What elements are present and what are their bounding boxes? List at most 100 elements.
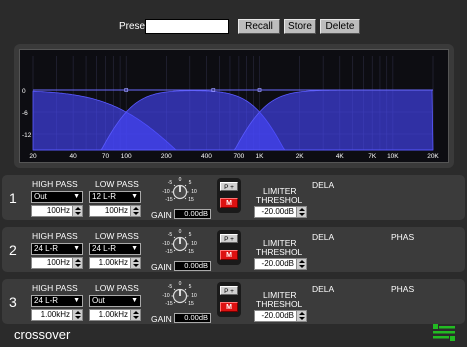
gain-knob[interactable]: 0 -5 5 -10 10 -15 15 bbox=[161, 280, 199, 310]
low-pass-type-select[interactable]: 12 L-R ▼ bbox=[89, 191, 141, 203]
high-pass-frequency-value: 100Hz bbox=[46, 206, 70, 215]
knob-scale-label: 5 bbox=[189, 284, 192, 290]
high-pass-type-select[interactable]: Out ▼ bbox=[31, 191, 83, 203]
spinner-icon[interactable] bbox=[130, 206, 140, 216]
low-pass-type-select[interactable]: 24 L-R ▼ bbox=[89, 243, 141, 255]
mute-button[interactable]: M bbox=[220, 250, 238, 260]
chevron-down-icon: ▼ bbox=[131, 297, 138, 304]
knob-scale-label: 10 bbox=[191, 241, 197, 247]
low-pass-frequency-value: 100Hz bbox=[104, 206, 128, 215]
knob-scale-label: 15 bbox=[188, 197, 194, 203]
x-tick-label: 1K bbox=[256, 153, 265, 160]
knob-scale-label: -15 bbox=[165, 301, 172, 307]
channel-row-1: 1 HIGH PASS LOW PASS Out ▼ 12 L-R ▼ 100Hz … bbox=[2, 175, 465, 220]
high-pass-type-select[interactable]: 24 L-R ▼ bbox=[31, 243, 83, 255]
threshold-field[interactable]: -20.00dB bbox=[254, 310, 307, 322]
x-tick-label: 4K bbox=[336, 153, 345, 160]
preset-name-input[interactable] bbox=[145, 19, 229, 34]
spinner-icon[interactable] bbox=[130, 310, 140, 320]
low-pass-type-value: 12 L-R bbox=[92, 192, 117, 201]
logo-icon bbox=[433, 324, 455, 341]
knob-scale-label: -10 bbox=[162, 293, 169, 299]
y-tick-label: -12 bbox=[22, 132, 32, 139]
high-pass-frequency-value: 1.00kHz bbox=[40, 310, 70, 319]
channel-row-2: 2 HIGH PASS LOW PASS 24 L-R ▼ 24 L-R ▼ 100… bbox=[2, 227, 465, 272]
knob-scale-label: 5 bbox=[189, 180, 192, 186]
high-pass-type-value: 24 L-R bbox=[34, 296, 59, 305]
x-tick-label: 200 bbox=[161, 153, 172, 160]
delete-button[interactable]: Delete bbox=[320, 19, 360, 34]
gain-value-field[interactable]: 0.00dB bbox=[174, 261, 211, 271]
footer-title: crossover bbox=[14, 327, 71, 342]
threshold-field[interactable]: -20.00dB bbox=[254, 206, 307, 218]
spinner-icon[interactable] bbox=[130, 258, 140, 268]
gain-label: GAIN bbox=[151, 262, 172, 272]
phase-mute-group: P + M bbox=[217, 230, 241, 265]
polarity-button[interactable]: P + bbox=[220, 182, 238, 191]
knob-scale-label: 15 bbox=[188, 249, 194, 255]
phase-label: PHAS bbox=[391, 232, 415, 242]
knob-scale-label: -5 bbox=[168, 284, 173, 290]
preset-label: Preset bbox=[119, 21, 148, 32]
x-tick-label: 20K bbox=[427, 153, 439, 160]
gain-label: GAIN bbox=[151, 314, 172, 324]
knob-scale-label: -10 bbox=[162, 189, 169, 195]
spinner-icon[interactable] bbox=[296, 259, 306, 269]
spinner-icon[interactable] bbox=[296, 311, 306, 321]
phase-mute-group: P + M bbox=[217, 178, 241, 213]
knob-scale-label: -5 bbox=[168, 180, 173, 186]
spinner-icon[interactable] bbox=[72, 310, 82, 320]
high-pass-label: HIGH PASS bbox=[32, 283, 78, 293]
x-tick-label: 2K bbox=[296, 153, 305, 160]
high-pass-label: HIGH PASS bbox=[32, 179, 78, 189]
threshold-field[interactable]: -20.00dB bbox=[254, 258, 307, 270]
x-tick-label: 400 bbox=[201, 153, 212, 160]
high-pass-frequency-field[interactable]: 1.00kHz bbox=[31, 309, 83, 321]
knob-scale-label: 0 bbox=[179, 281, 182, 287]
threshold-value: -20.00dB bbox=[261, 259, 294, 268]
low-pass-label: LOW PASS bbox=[95, 179, 139, 189]
knob-scale-label: -15 bbox=[165, 197, 172, 203]
frequency-response-graph: 0 -6 -12 20 40 70 100 200 400 700 1K 2K 4K 7K 10K 20K bbox=[19, 49, 449, 163]
x-tick-label: 700 bbox=[233, 153, 244, 160]
low-pass-type-select[interactable]: Out ▼ bbox=[89, 295, 141, 307]
low-pass-frequency-field[interactable]: 100Hz bbox=[89, 205, 141, 217]
spinner-icon[interactable] bbox=[296, 207, 306, 217]
mute-button[interactable]: M bbox=[220, 302, 238, 312]
high-pass-frequency-field[interactable]: 100Hz bbox=[31, 205, 83, 217]
spinner-icon[interactable] bbox=[72, 206, 82, 216]
threshold-value: -20.00dB bbox=[261, 311, 294, 320]
threshold-value: -20.00dB bbox=[261, 207, 294, 216]
gain-value-field[interactable]: 0.00dB bbox=[174, 313, 211, 323]
chevron-down-icon: ▼ bbox=[131, 193, 138, 200]
gain-value-field[interactable]: 0.00dB bbox=[174, 209, 211, 219]
high-pass-frequency-field[interactable]: 100Hz bbox=[31, 257, 83, 269]
knob-scale-label: 15 bbox=[188, 301, 194, 307]
low-pass-type-value: Out bbox=[92, 296, 105, 305]
low-pass-frequency-field[interactable]: 1.00kHz bbox=[89, 309, 141, 321]
store-button[interactable]: Store bbox=[284, 19, 316, 34]
chevron-down-icon: ▼ bbox=[73, 193, 80, 200]
x-tick-label: 70 bbox=[102, 153, 110, 160]
polarity-button[interactable]: P + bbox=[220, 286, 238, 295]
polarity-button[interactable]: P + bbox=[220, 234, 238, 243]
knob-scale-label: 0 bbox=[179, 177, 182, 183]
gain-knob[interactable]: 0 -5 5 -10 10 -15 15 bbox=[161, 228, 199, 258]
knob-scale-label: -10 bbox=[162, 241, 169, 247]
recall-button[interactable]: Recall bbox=[238, 19, 280, 34]
high-pass-type-select[interactable]: 24 L-R ▼ bbox=[31, 295, 83, 307]
high-pass-frequency-value: 100Hz bbox=[46, 258, 70, 267]
spinner-icon[interactable] bbox=[72, 258, 82, 268]
graph-panel: 0 -6 -12 20 40 70 100 200 400 700 1K 2K 4K 7K 10K 20K bbox=[14, 44, 454, 168]
x-tick-label: 20 bbox=[29, 153, 37, 160]
threshold-label: THRESHOL bbox=[256, 247, 303, 257]
low-pass-label: LOW PASS bbox=[95, 231, 139, 241]
delay-label: DELA bbox=[312, 284, 335, 294]
knob-scale-label: -15 bbox=[165, 249, 172, 255]
mute-button[interactable]: M bbox=[220, 198, 238, 208]
knob-scale-label: 5 bbox=[189, 232, 192, 238]
x-tick-label: 40 bbox=[70, 153, 78, 160]
low-pass-frequency-field[interactable]: 1.00kHz bbox=[89, 257, 141, 269]
gain-label: GAIN bbox=[151, 210, 172, 220]
gain-knob[interactable]: 0 -5 5 -10 10 -15 15 bbox=[161, 176, 199, 206]
